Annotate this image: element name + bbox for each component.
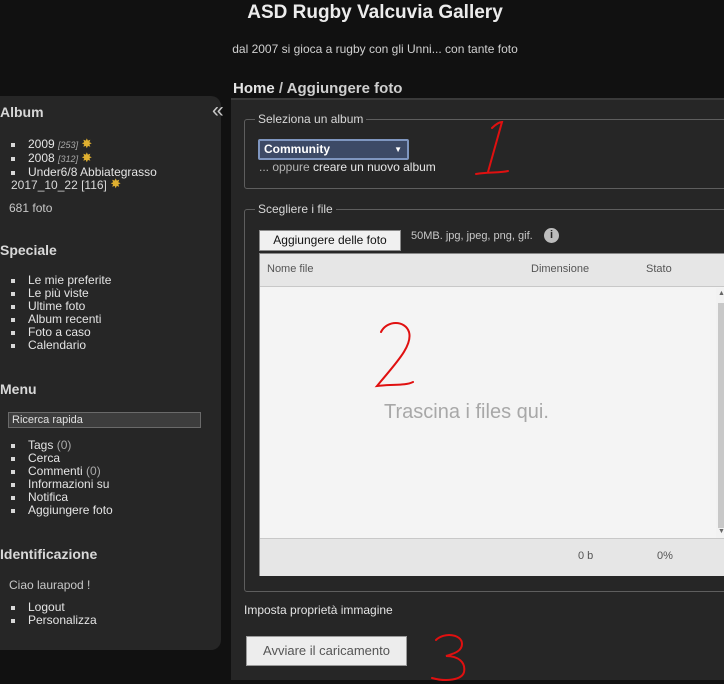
files-legend: Scegliere i file <box>258 202 333 216</box>
photo-total: 681 foto <box>9 201 53 215</box>
drop-zone[interactable]: Trascina i files qui. <box>260 288 716 538</box>
drop-zone-text: Trascina i files qui. <box>384 401 549 423</box>
create-album-link[interactable]: creare un nuovo album <box>313 160 436 174</box>
menu-count: (0) <box>56 438 72 452</box>
breadcrumb-separator: / <box>278 80 284 97</box>
add-photos-button[interactable]: Aggiungere delle foto <box>259 230 401 251</box>
sidebar-heading-menu: Menu <box>0 381 37 397</box>
album-count: [253] <box>58 140 79 150</box>
dropdown-arrow-icon: ▼ <box>394 145 402 154</box>
menu-count: (0) <box>86 464 101 478</box>
scroll-down-icon[interactable]: ▼ <box>718 528 724 535</box>
album-sub-link[interactable]: 2017_10_22 <box>11 178 78 192</box>
site-subtitle: dal 2007 si gioca a rugby con gli Unni..… <box>232 42 518 56</box>
speciale-item[interactable]: Calendario <box>10 339 111 352</box>
new-star-icon: ✸ <box>81 150 93 165</box>
image-properties-link[interactable]: Imposta proprietà immagine <box>244 603 393 617</box>
scroll-up-icon[interactable]: ▲ <box>718 290 724 297</box>
quick-search-input[interactable]: Ricerca rapida <box>8 412 201 428</box>
breadcrumb-current: Aggiungere foto <box>286 80 403 97</box>
info-icon[interactable]: i <box>544 228 559 243</box>
scrollbar[interactable]: ▲ ▼ <box>716 288 724 538</box>
breadcrumb-home[interactable]: Home <box>233 80 275 97</box>
speciale-list: Le mie preferite Le più viste Ultime fot… <box>10 274 111 352</box>
total-percent: 0% <box>657 550 673 562</box>
menu-link[interactable]: Commenti <box>28 464 83 478</box>
file-limits: 50MB. jpg, jpeg, png, gif. <box>411 230 533 242</box>
menu-link[interactable]: Aggiungere foto <box>28 503 113 517</box>
upload-table-footer: 0 b 0% <box>260 538 724 576</box>
menu-link[interactable]: Informazioni su <box>28 477 109 491</box>
column-header-filename: Nome file <box>267 263 314 275</box>
double-chevron-left-icon[interactable]: « <box>212 100 224 121</box>
upload-table-header: Nome file Dimensione Stato <box>260 254 724 287</box>
album-count: [116] <box>81 178 107 192</box>
column-header-status: Stato <box>646 263 672 275</box>
menu-item-tags[interactable]: Tags (0) <box>10 439 113 452</box>
greeting: Ciao laurapod ! <box>9 578 91 592</box>
total-size: 0 b <box>578 550 594 562</box>
breadcrumb: Home / Aggiungere foto <box>233 80 402 97</box>
create-album-line: ... oppure creare un nuovo album <box>259 160 436 174</box>
menu-link[interactable]: Tags <box>28 438 53 452</box>
column-header-size: Dimensione <box>531 263 590 275</box>
album-link[interactable]: 2009 <box>28 137 55 151</box>
album-link[interactable]: Under6/8 Abbiategrasso <box>28 165 157 179</box>
identificazione-list: Logout Personalizza <box>10 601 97 627</box>
album-select[interactable]: Community ▼ <box>258 139 409 160</box>
scroll-thumb[interactable] <box>718 303 724 528</box>
menu-item-add-photos[interactable]: Aggiungere foto <box>10 504 113 517</box>
site-header: ASD Rugby Valcuvia Gallery dal 2007 si g… <box>0 0 724 80</box>
new-star-icon: ✸ <box>81 136 93 151</box>
sidebar-heading-identificazione: Identificazione <box>0 546 98 562</box>
album-list: 2009 [253] ✸ 2008 [312] ✸ Under6/8 Abbia… <box>10 136 157 179</box>
album-subitem[interactable]: 2017_10_22 [116] ✸ <box>11 176 122 192</box>
create-album-prefix: ... oppure <box>259 160 310 174</box>
album-legend: Seleziona un album <box>258 112 364 126</box>
sidebar-heading-album: Album <box>0 104 44 120</box>
menu-link[interactable]: Cerca <box>28 451 60 465</box>
sidebar-heading-speciale: Speciale <box>0 242 57 258</box>
personalizza-link[interactable]: Personalizza <box>10 614 97 627</box>
upload-table: Nome file Dimensione Stato Trascina i fi… <box>259 253 724 576</box>
start-upload-button[interactable]: Avviare il caricamento <box>246 636 407 666</box>
album-select-value: Community <box>264 142 330 156</box>
menu-list: Tags (0) Cerca Commenti (0) Informazioni… <box>10 439 113 517</box>
menu-link[interactable]: Notifica <box>28 490 68 504</box>
album-link[interactable]: 2008 <box>28 151 55 165</box>
site-title[interactable]: ASD Rugby Valcuvia Gallery <box>0 2 724 24</box>
album-count: [312] <box>58 154 79 164</box>
album-item-2008[interactable]: 2008 [312] ✸ <box>10 150 157 166</box>
new-star-icon: ✸ <box>110 176 122 191</box>
